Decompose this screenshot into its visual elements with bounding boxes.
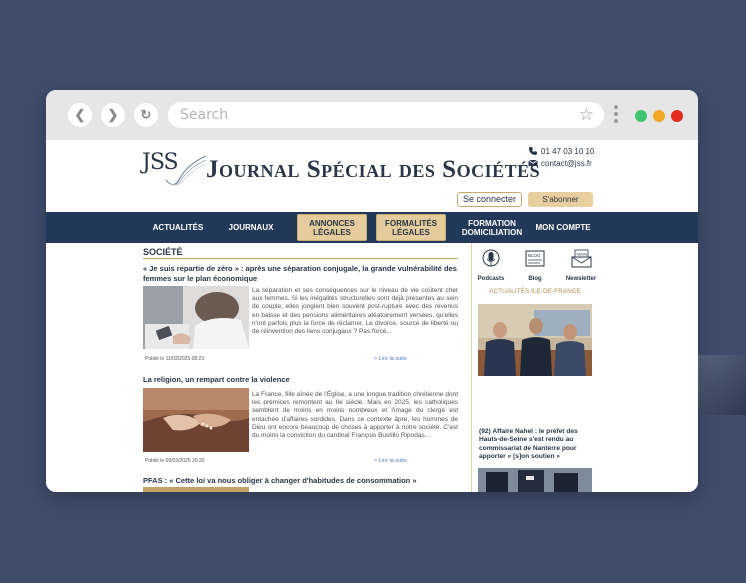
window-close-dot[interactable] [671, 110, 683, 122]
article-excerpt: La France, fille aînée de l'Église, a un… [252, 391, 458, 440]
blog-icon: BLOG [525, 250, 545, 267]
article-date: Publié le 11/03/2025 08:23 [145, 356, 205, 362]
svg-text:BLOG: BLOG [528, 253, 541, 258]
email-address: contact@jss.fr [541, 158, 592, 168]
article-date: Publié le 09/03/2025 20:30 [145, 458, 205, 464]
section-title: SOCIÉTÉ [143, 247, 183, 257]
read-more-link[interactable]: > Lire la suite [374, 356, 407, 362]
logo-swoosh-icon [165, 155, 207, 186]
nav-formation-domiciliation[interactable]: FORMATION DOMICILIATION [458, 212, 526, 243]
bookmark-star-icon[interactable]: ☆ [579, 105, 594, 125]
article-title[interactable]: PFAS : « Cette loi va nous obliger à cha… [143, 476, 458, 486]
more-menu-icon[interactable] [614, 105, 618, 126]
background-decoration [694, 355, 746, 415]
newsletter-label: Newsletter [565, 276, 597, 282]
newsletter-link[interactable]: NEWS Newsletter [565, 249, 597, 282]
back-button[interactable]: ❮ [68, 103, 92, 127]
newsletter-icon: NEWS [571, 249, 592, 268]
podcasts-label: Podcasts [477, 276, 505, 282]
nav-actualites[interactable]: ACTUALITÉS [146, 212, 210, 243]
login-button[interactable]: Se connecter [457, 192, 522, 207]
nav-annonces-legales[interactable]: ANNONCES LÉGALES [297, 214, 367, 241]
forward-button[interactable]: ❯ [101, 103, 125, 127]
article-title[interactable]: La religion, un rempart contre la violen… [143, 375, 458, 385]
sidebar-news-image[interactable] [478, 304, 592, 376]
search-placeholder: Search [180, 107, 229, 123]
reload-icon: ↻ [140, 107, 152, 122]
sidebar-news-image[interactable] [478, 468, 592, 492]
article-title[interactable]: « Je suis repartie de zéro » : après une… [143, 264, 458, 284]
sidebar-news-caption[interactable]: (92) Affaire Nahel : le préfet des Hauts… [479, 428, 593, 462]
column-divider [471, 243, 472, 492]
nav-mon-compte[interactable]: MON COMPTE [533, 212, 593, 243]
reload-button[interactable]: ↻ [134, 103, 158, 127]
blog-label: Blog [528, 276, 542, 282]
blog-link[interactable]: BLOG Blog [520, 249, 550, 282]
article-image[interactable] [143, 388, 249, 452]
main-navigation: ACTUALITÉS JOURNAUX ANNONCES LÉGALES FOR… [46, 212, 698, 243]
microphone-icon [482, 249, 500, 267]
article-image[interactable] [143, 487, 249, 492]
subscribe-button[interactable]: S'abonner [528, 192, 593, 207]
arrow-right-icon: ❯ [107, 107, 119, 122]
nav-journaux[interactable]: JOURNAUX [222, 212, 280, 243]
podcasts-link[interactable]: Podcasts [476, 249, 506, 282]
site-title[interactable]: Journal Spécial des Sociétés [206, 156, 540, 184]
svg-text:NEWS: NEWS [577, 253, 588, 257]
sidebar-heading: ACTUALITÉS ILE-DE-FRANCE [489, 288, 581, 295]
web-page: JSS Journal Spécial des Sociétés 01 47 0… [46, 140, 698, 492]
read-more-link[interactable]: > Lire la suite [374, 458, 407, 464]
window-minimize-dot[interactable] [635, 110, 647, 122]
article-excerpt: La séparation et ses conséquences sur le… [252, 287, 458, 336]
contact-email[interactable]: contact@jss.fr [528, 158, 592, 168]
article-image[interactable] [143, 286, 249, 349]
search-input[interactable]: Search ☆ [168, 102, 604, 128]
phone-icon [529, 147, 537, 155]
window-maximize-dot[interactable] [653, 110, 665, 122]
arrow-left-icon: ❮ [74, 107, 86, 122]
section-divider [143, 258, 458, 259]
browser-window: ❮ ❯ ↻ Search ☆ JSS Journal Spécial des S… [46, 90, 698, 492]
browser-toolbar: ❮ ❯ ↻ Search ☆ [46, 90, 698, 140]
nav-formalites-legales[interactable]: FORMALITÉS LÉGALES [376, 214, 446, 241]
phone-number: 01 47 03 10 10 [541, 146, 595, 156]
contact-phone[interactable]: 01 47 03 10 10 [528, 146, 594, 156]
mail-icon [528, 159, 538, 166]
